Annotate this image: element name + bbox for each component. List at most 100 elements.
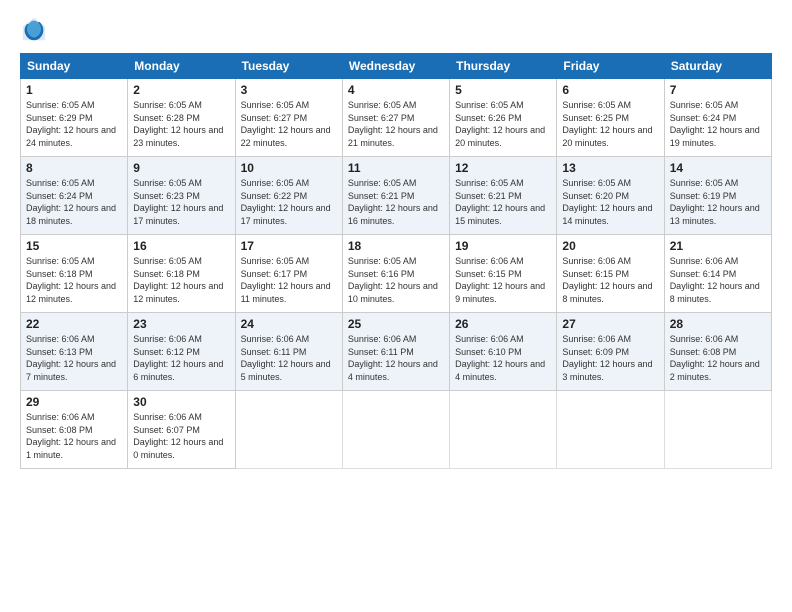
- day-detail: Sunrise: 6:05 AMSunset: 6:27 PMDaylight:…: [348, 100, 438, 148]
- day-detail: Sunrise: 6:06 AMSunset: 6:07 PMDaylight:…: [133, 412, 223, 460]
- calendar-week-5: 29 Sunrise: 6:06 AMSunset: 6:08 PMDayligh…: [21, 391, 772, 469]
- day-number: 22: [26, 317, 122, 331]
- day-detail: Sunrise: 6:05 AMSunset: 6:27 PMDaylight:…: [241, 100, 331, 148]
- day-detail: Sunrise: 6:06 AMSunset: 6:08 PMDaylight:…: [670, 334, 760, 382]
- calendar-week-1: 1 Sunrise: 6:05 AMSunset: 6:29 PMDaylight…: [21, 79, 772, 157]
- day-detail: Sunrise: 6:05 AMSunset: 6:28 PMDaylight:…: [133, 100, 223, 148]
- calendar-cell: 7 Sunrise: 6:05 AMSunset: 6:24 PMDaylight…: [664, 79, 771, 157]
- calendar-cell: 29 Sunrise: 6:06 AMSunset: 6:08 PMDayligh…: [21, 391, 128, 469]
- calendar-cell: 21 Sunrise: 6:06 AMSunset: 6:14 PMDayligh…: [664, 235, 771, 313]
- day-number: 30: [133, 395, 229, 409]
- calendar-cell: 12 Sunrise: 6:05 AMSunset: 6:21 PMDayligh…: [450, 157, 557, 235]
- calendar-cell: 14 Sunrise: 6:05 AMSunset: 6:19 PMDayligh…: [664, 157, 771, 235]
- day-detail: Sunrise: 6:05 AMSunset: 6:18 PMDaylight:…: [133, 256, 223, 304]
- day-number: 19: [455, 239, 551, 253]
- calendar-cell: 23Sunrise: 6:06 AMSunset: 6:12 PMDayligh…: [128, 313, 235, 391]
- calendar-cell: 30 Sunrise: 6:06 AMSunset: 6:07 PMDayligh…: [128, 391, 235, 469]
- day-detail: Sunrise: 6:05 AMSunset: 6:21 PMDaylight:…: [455, 178, 545, 226]
- logo-icon: [20, 15, 48, 43]
- calendar-cell: 10 Sunrise: 6:05 AMSunset: 6:22 PMDayligh…: [235, 157, 342, 235]
- day-number: 27: [562, 317, 658, 331]
- calendar-cell: 5 Sunrise: 6:05 AMSunset: 6:26 PMDaylight…: [450, 79, 557, 157]
- calendar-week-2: 8 Sunrise: 6:05 AMSunset: 6:24 PMDaylight…: [21, 157, 772, 235]
- day-detail: Sunrise: 6:05 AMSunset: 6:16 PMDaylight:…: [348, 256, 438, 304]
- calendar-header-thursday: Thursday: [450, 54, 557, 79]
- day-number: 14: [670, 161, 766, 175]
- calendar-cell: [342, 391, 449, 469]
- calendar-cell: [664, 391, 771, 469]
- calendar-header-sunday: Sunday: [21, 54, 128, 79]
- day-number: 11: [348, 161, 444, 175]
- day-detail: Sunrise: 6:06 AMSunset: 6:09 PMDaylight:…: [562, 334, 652, 382]
- day-number: 15: [26, 239, 122, 253]
- calendar-cell: 27 Sunrise: 6:06 AMSunset: 6:09 PMDayligh…: [557, 313, 664, 391]
- calendar-cell: 28 Sunrise: 6:06 AMSunset: 6:08 PMDayligh…: [664, 313, 771, 391]
- calendar-cell: 2 Sunrise: 6:05 AMSunset: 6:28 PMDaylight…: [128, 79, 235, 157]
- day-detail: Sunrise: 6:05 AMSunset: 6:29 PMDaylight:…: [26, 100, 116, 148]
- day-detail: Sunrise: 6:06 AMSunset: 6:15 PMDaylight:…: [562, 256, 652, 304]
- day-number: 10: [241, 161, 337, 175]
- day-detail: Sunrise: 6:05 AMSunset: 6:25 PMDaylight:…: [562, 100, 652, 148]
- day-number: 16: [133, 239, 229, 253]
- day-number: 8: [26, 161, 122, 175]
- calendar-cell: 26Sunrise: 6:06 AMSunset: 6:10 PMDayligh…: [450, 313, 557, 391]
- calendar-header-monday: Monday: [128, 54, 235, 79]
- day-detail: Sunrise: 6:06 AMSunset: 6:11 PMDaylight:…: [348, 334, 438, 382]
- day-detail: Sunrise: 6:05 AMSunset: 6:22 PMDaylight:…: [241, 178, 331, 226]
- calendar-header-tuesday: Tuesday: [235, 54, 342, 79]
- day-number: 9: [133, 161, 229, 175]
- calendar-cell: 18 Sunrise: 6:05 AMSunset: 6:16 PMDayligh…: [342, 235, 449, 313]
- day-number: 18: [348, 239, 444, 253]
- day-number: 26: [455, 317, 551, 331]
- day-number: 17: [241, 239, 337, 253]
- calendar-cell: [557, 391, 664, 469]
- calendar-cell: 15 Sunrise: 6:05 AMSunset: 6:18 PMDayligh…: [21, 235, 128, 313]
- day-detail: Sunrise: 6:05 AMSunset: 6:20 PMDaylight:…: [562, 178, 652, 226]
- calendar-cell: 13 Sunrise: 6:05 AMSunset: 6:20 PMDayligh…: [557, 157, 664, 235]
- calendar-header-row: SundayMondayTuesdayWednesdayThursdayFrid…: [21, 54, 772, 79]
- day-number: 29: [26, 395, 122, 409]
- calendar-header-friday: Friday: [557, 54, 664, 79]
- day-number: 5: [455, 83, 551, 97]
- day-number: 3: [241, 83, 337, 97]
- day-number: 20: [562, 239, 658, 253]
- day-detail: Sunrise: 6:06 AMSunset: 6:08 PMDaylight:…: [26, 412, 116, 460]
- day-number: 13: [562, 161, 658, 175]
- calendar-cell: 19 Sunrise: 6:06 AMSunset: 6:15 PMDayligh…: [450, 235, 557, 313]
- day-number: 21: [670, 239, 766, 253]
- calendar-cell: 24 Sunrise: 6:06 AMSunset: 6:11 PMDayligh…: [235, 313, 342, 391]
- page: SundayMondayTuesdayWednesdayThursdayFrid…: [0, 0, 792, 612]
- day-number: 28: [670, 317, 766, 331]
- day-detail: Sunrise: 6:06 AMSunset: 6:14 PMDaylight:…: [670, 256, 760, 304]
- calendar-header-wednesday: Wednesday: [342, 54, 449, 79]
- calendar-week-4: 22Sunrise: 6:06 AMSunset: 6:13 PMDayligh…: [21, 313, 772, 391]
- calendar-cell: 9Sunrise: 6:05 AMSunset: 6:23 PMDaylight…: [128, 157, 235, 235]
- calendar-cell: 16 Sunrise: 6:05 AMSunset: 6:18 PMDayligh…: [128, 235, 235, 313]
- day-detail: Sunrise: 6:05 AMSunset: 6:24 PMDaylight:…: [670, 100, 760, 148]
- day-number: 1: [26, 83, 122, 97]
- logo: [20, 15, 52, 43]
- day-detail: Sunrise: 6:05 AMSunset: 6:26 PMDaylight:…: [455, 100, 545, 148]
- calendar-cell: 25 Sunrise: 6:06 AMSunset: 6:11 PMDayligh…: [342, 313, 449, 391]
- day-detail: Sunrise: 6:05 AMSunset: 6:19 PMDaylight:…: [670, 178, 760, 226]
- calendar: SundayMondayTuesdayWednesdayThursdayFrid…: [20, 53, 772, 469]
- day-detail: Sunrise: 6:05 AMSunset: 6:21 PMDaylight:…: [348, 178, 438, 226]
- day-number: 24: [241, 317, 337, 331]
- calendar-cell: 6Sunrise: 6:05 AMSunset: 6:25 PMDaylight…: [557, 79, 664, 157]
- day-number: 25: [348, 317, 444, 331]
- day-detail: Sunrise: 6:05 AMSunset: 6:18 PMDaylight:…: [26, 256, 116, 304]
- day-detail: Sunrise: 6:06 AMSunset: 6:11 PMDaylight:…: [241, 334, 331, 382]
- day-number: 2: [133, 83, 229, 97]
- day-number: 23: [133, 317, 229, 331]
- calendar-cell: 3 Sunrise: 6:05 AMSunset: 6:27 PMDaylight…: [235, 79, 342, 157]
- calendar-cell: 4 Sunrise: 6:05 AMSunset: 6:27 PMDaylight…: [342, 79, 449, 157]
- day-number: 7: [670, 83, 766, 97]
- day-detail: Sunrise: 6:05 AMSunset: 6:24 PMDaylight:…: [26, 178, 116, 226]
- calendar-cell: 8 Sunrise: 6:05 AMSunset: 6:24 PMDaylight…: [21, 157, 128, 235]
- day-detail: Sunrise: 6:05 AMSunset: 6:17 PMDaylight:…: [241, 256, 331, 304]
- day-number: 4: [348, 83, 444, 97]
- calendar-cell: 17 Sunrise: 6:05 AMSunset: 6:17 PMDayligh…: [235, 235, 342, 313]
- day-detail: Sunrise: 6:06 AMSunset: 6:15 PMDaylight:…: [455, 256, 545, 304]
- calendar-cell: 22Sunrise: 6:06 AMSunset: 6:13 PMDayligh…: [21, 313, 128, 391]
- day-number: 12: [455, 161, 551, 175]
